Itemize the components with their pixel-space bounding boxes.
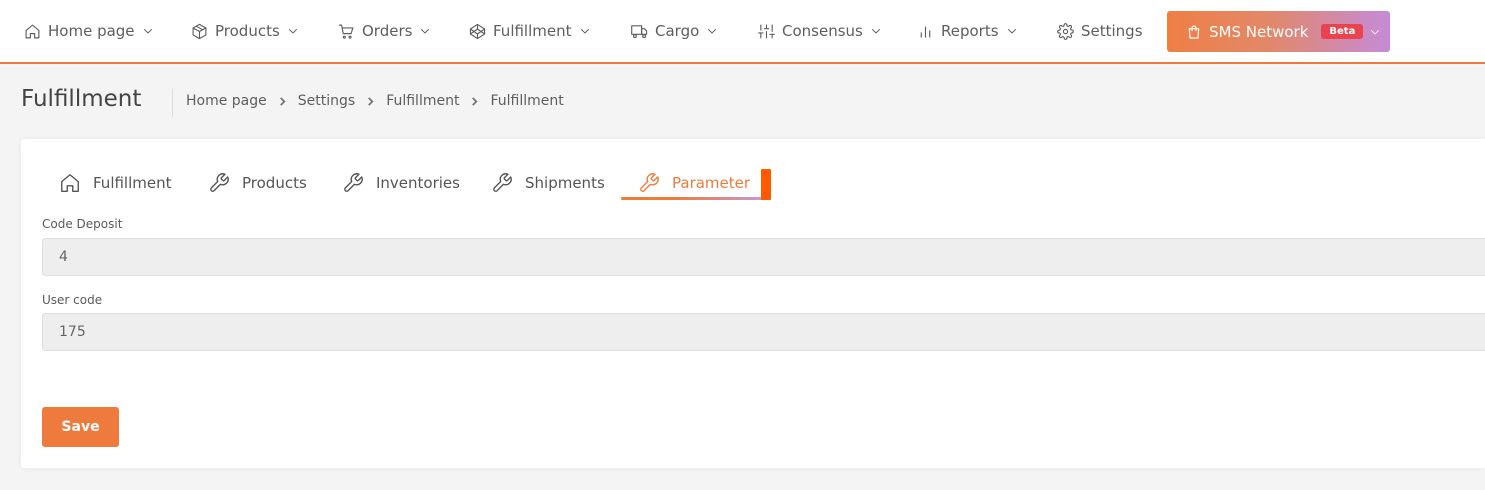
nav-fulfillment[interactable]: Fulfillment: [469, 0, 591, 62]
chevron-down-icon: [1371, 29, 1380, 34]
home-icon: [61, 174, 79, 192]
nav-products-label: Products: [215, 22, 280, 40]
cart-icon: [338, 24, 354, 39]
chevron-down-icon: [421, 29, 430, 34]
tab-products-label: Products: [242, 174, 307, 192]
tab-inventories-label: Inventories: [376, 174, 460, 192]
tab-parameter[interactable]: Parameter: [638, 167, 750, 199]
page-title: Fulfillment: [21, 86, 142, 112]
tab-shipments[interactable]: Shipments: [491, 167, 605, 199]
chevron-right-icon: [279, 96, 286, 106]
shopping-bag-icon: [1188, 24, 1200, 39]
chevron-down-icon: [288, 29, 297, 34]
nav-orders[interactable]: Orders: [338, 0, 431, 62]
breadcrumb: Home page Settings Fulfillment Fulfillme…: [186, 93, 564, 109]
nav-consensus-label: Consensus: [782, 22, 863, 40]
gear-icon: [1057, 22, 1074, 40]
nav-home-label: Home page: [48, 22, 135, 40]
nav-consensus[interactable]: Consensus: [758, 0, 882, 62]
chevron-down-icon: [708, 29, 717, 34]
nav-orders-label: Orders: [362, 22, 413, 40]
tab-products[interactable]: Products: [208, 167, 307, 199]
tab-shipments-label: Shipments: [525, 174, 605, 192]
sms-network-button[interactable]: SMS Network Beta: [1167, 11, 1390, 52]
nav-settings[interactable]: Settings: [1057, 0, 1143, 62]
breadcrumb-item-settings[interactable]: Settings: [298, 93, 355, 109]
settings-card: Fulfillment Products Inventories Shipmen…: [21, 139, 1485, 468]
nav-reports[interactable]: Reports: [917, 0, 1018, 62]
chevron-right-icon: [472, 96, 479, 106]
sms-network-label: SMS Network: [1209, 22, 1309, 41]
breadcrumb-item-home[interactable]: Home page: [186, 93, 267, 109]
wrench-icon: [210, 173, 229, 192]
code-deposit-label: Code Deposit: [42, 217, 123, 231]
code-deposit-input[interactable]: [42, 238, 1485, 276]
bar-chart-icon: [920, 26, 931, 38]
chevron-down-icon: [871, 29, 880, 34]
truck-icon: [631, 24, 648, 38]
box-icon: [192, 23, 207, 39]
user-code-input[interactable]: [42, 313, 1485, 351]
home-icon: [25, 24, 40, 38]
chevron-down-icon: [1007, 29, 1016, 34]
nav-home[interactable]: Home page: [24, 0, 154, 62]
nav-products[interactable]: Products: [191, 0, 299, 62]
top-navbar: Home page Products Orders Fulfillment Ca…: [0, 0, 1485, 64]
sliders-icon: [758, 24, 775, 38]
user-code-label: User code: [42, 293, 103, 307]
save-button[interactable]: Save: [42, 407, 119, 447]
nav-cargo[interactable]: Cargo: [631, 0, 718, 62]
chevron-down-icon: [580, 29, 589, 34]
nav-settings-label: Settings: [1081, 22, 1143, 40]
chevron-right-icon: [368, 96, 374, 106]
breadcrumb-item-current: Fulfillment: [490, 93, 564, 109]
tab-parameter-label: Parameter: [672, 174, 751, 192]
chevron-down-icon: [143, 29, 152, 34]
tab-fulfillment[interactable]: Fulfillment: [59, 167, 172, 199]
codepen-icon: [469, 23, 486, 39]
nav-reports-label: Reports: [941, 22, 999, 40]
breadcrumb-item-fulfillment[interactable]: Fulfillment: [386, 93, 459, 109]
wrench-icon: [344, 173, 363, 192]
title-divider: [172, 89, 173, 117]
active-tab-indicator: [621, 197, 771, 200]
tab-inventories[interactable]: Inventories: [342, 167, 460, 199]
beta-badge: Beta: [1321, 24, 1364, 39]
highlight-marker: [761, 169, 771, 200]
wrench-icon: [493, 173, 512, 192]
nav-cargo-label: Cargo: [655, 22, 700, 40]
wrench-icon: [640, 173, 659, 192]
nav-fulfillment-label: Fulfillment: [493, 22, 572, 40]
tab-fulfillment-label: Fulfillment: [93, 174, 172, 192]
